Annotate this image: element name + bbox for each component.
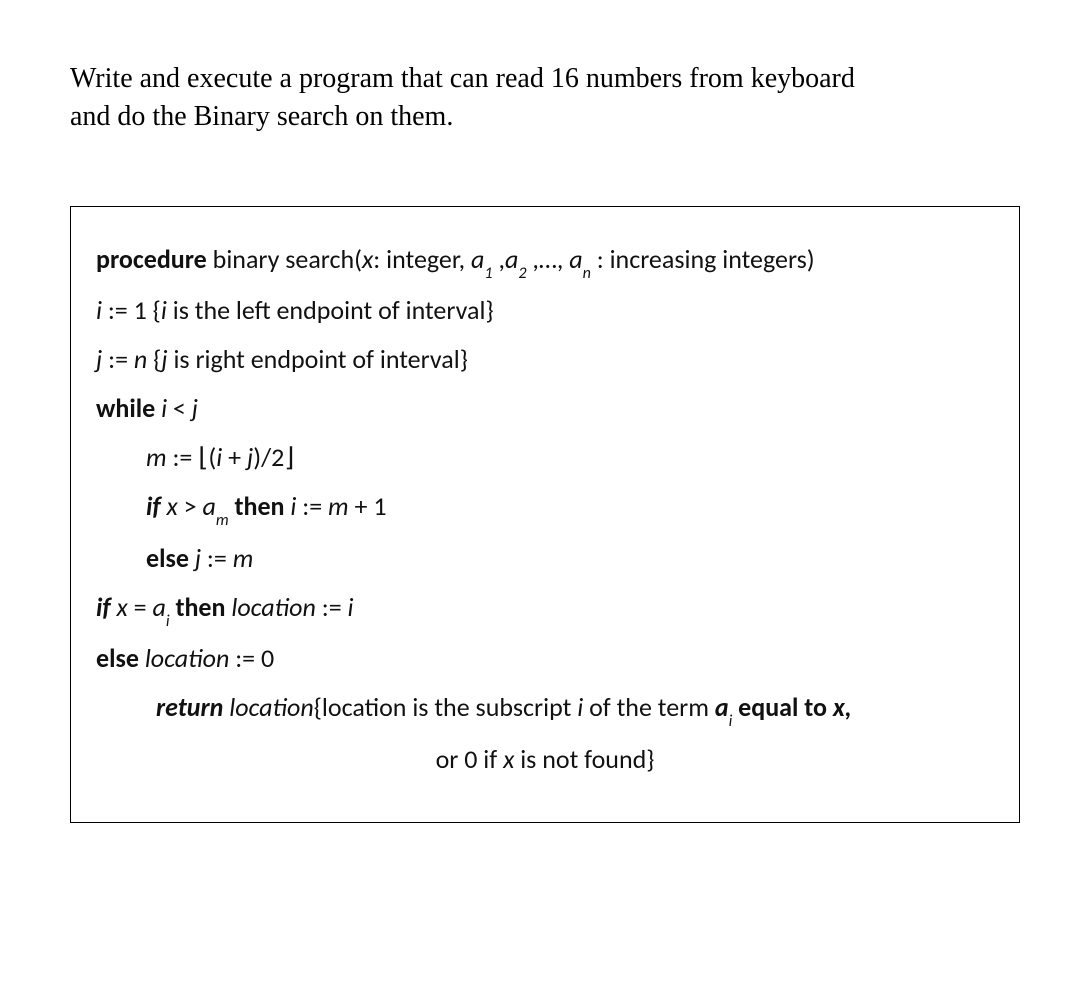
param-a1: a <box>471 243 484 275</box>
ret2-pre: or 0 if <box>436 743 504 775</box>
cond-a: a <box>202 490 215 522</box>
procedure-name: binary search( <box>207 243 362 275</box>
if-found-line: if x = ai then location := i <box>96 586 994 632</box>
floor-close: )/2⌋ <box>253 441 294 473</box>
i-init-line: i := 1 {i is the left endpoint of interv… <box>96 289 994 332</box>
ellipsis: ,…, <box>527 243 570 275</box>
cond-x: x <box>161 490 184 522</box>
floor-open: := ⌊( <box>167 441 217 473</box>
else-zero-line: else location := 0 <box>96 637 994 680</box>
cond-x: x <box>111 591 134 623</box>
sub-i: i <box>166 612 170 631</box>
return-keyword: return <box>156 691 223 723</box>
body-j: j <box>189 542 207 574</box>
comma: , <box>493 243 505 275</box>
lt: < <box>173 392 192 424</box>
body-m: m <box>233 542 254 574</box>
comment-text: is right endpoint of interval} <box>168 343 468 375</box>
comment-text: is the left endpoint of interval} <box>167 294 494 326</box>
tail: : increasing integers) <box>591 243 815 275</box>
else-keyword: else <box>96 642 139 674</box>
assign: := 1 { <box>102 294 161 326</box>
while-line: while i < j <box>96 387 994 430</box>
return-loc: location <box>223 691 313 723</box>
procedure-line: procedure binary search(x: integer, a1 ,… <box>96 238 994 284</box>
param-an: a <box>569 243 582 275</box>
gt: > <box>184 490 203 522</box>
sub-2: 2 <box>518 264 526 283</box>
val-i: i <box>348 591 354 623</box>
if-keyword: if <box>96 591 111 623</box>
plus1: + 1 <box>355 490 387 522</box>
ret2-end: is not found} <box>514 743 654 775</box>
while-keyword: while <box>96 392 155 424</box>
return-line-2: or 0 if x is not found} <box>96 738 994 781</box>
body-i: i <box>285 490 303 522</box>
assign: := <box>322 591 348 623</box>
cond-i: i <box>155 392 173 424</box>
then-keyword: then <box>235 490 285 522</box>
ret-mid: of the term <box>583 691 715 723</box>
exercise-prompt: Write and execute a program that can rea… <box>70 60 1020 136</box>
loc: location <box>139 642 235 674</box>
var-n: n <box>134 343 153 375</box>
algorithm-box: procedure binary search(x: integer, a1 ,… <box>70 206 1020 823</box>
sub-n: n <box>583 264 591 283</box>
cond-j: j <box>192 392 198 424</box>
assign: := <box>102 343 134 375</box>
else-line: else j := m <box>96 537 994 580</box>
then-keyword: then <box>175 591 225 623</box>
cond-a: a <box>152 591 165 623</box>
j-init-line: j := n {j is right endpoint of interval} <box>96 338 994 381</box>
param-a2: a <box>505 243 518 275</box>
page: Write and execute a program that can rea… <box>0 0 1080 863</box>
plus: + <box>228 441 247 473</box>
sep: : integer, <box>373 243 471 275</box>
if-compare-line: if x > am then i := m + 1 <box>96 485 994 531</box>
ret-sub-i: i <box>729 712 733 731</box>
ret-a: a <box>715 691 729 723</box>
return-line: return location{location is the subscrip… <box>96 686 994 732</box>
eq: = <box>134 591 153 623</box>
ret-x: x, <box>833 691 852 723</box>
if-keyword: if <box>146 490 161 522</box>
body-m: m <box>328 490 354 522</box>
sub-m: m <box>216 511 229 530</box>
prompt-line-2: and do the Binary search on them. <box>70 101 453 132</box>
assign-zero: := 0 <box>235 642 274 674</box>
prompt-line-1: Write and execute a program that can rea… <box>70 63 855 94</box>
assign: := <box>302 490 328 522</box>
var-m: m <box>146 441 167 473</box>
ret2-x: x <box>503 743 514 775</box>
procedure-keyword: procedure <box>96 243 207 275</box>
sub-1: 1 <box>484 264 492 283</box>
loc: location <box>225 591 321 623</box>
expr-i: i <box>216 441 228 473</box>
m-line: m := ⌊(i + j)/2⌋ <box>96 436 994 479</box>
param-x: x <box>362 243 373 275</box>
ret-open: {location is the subscript <box>314 691 577 723</box>
ret-eq: equal to <box>732 691 833 723</box>
assign: := <box>207 542 233 574</box>
else-keyword: else <box>146 542 189 574</box>
